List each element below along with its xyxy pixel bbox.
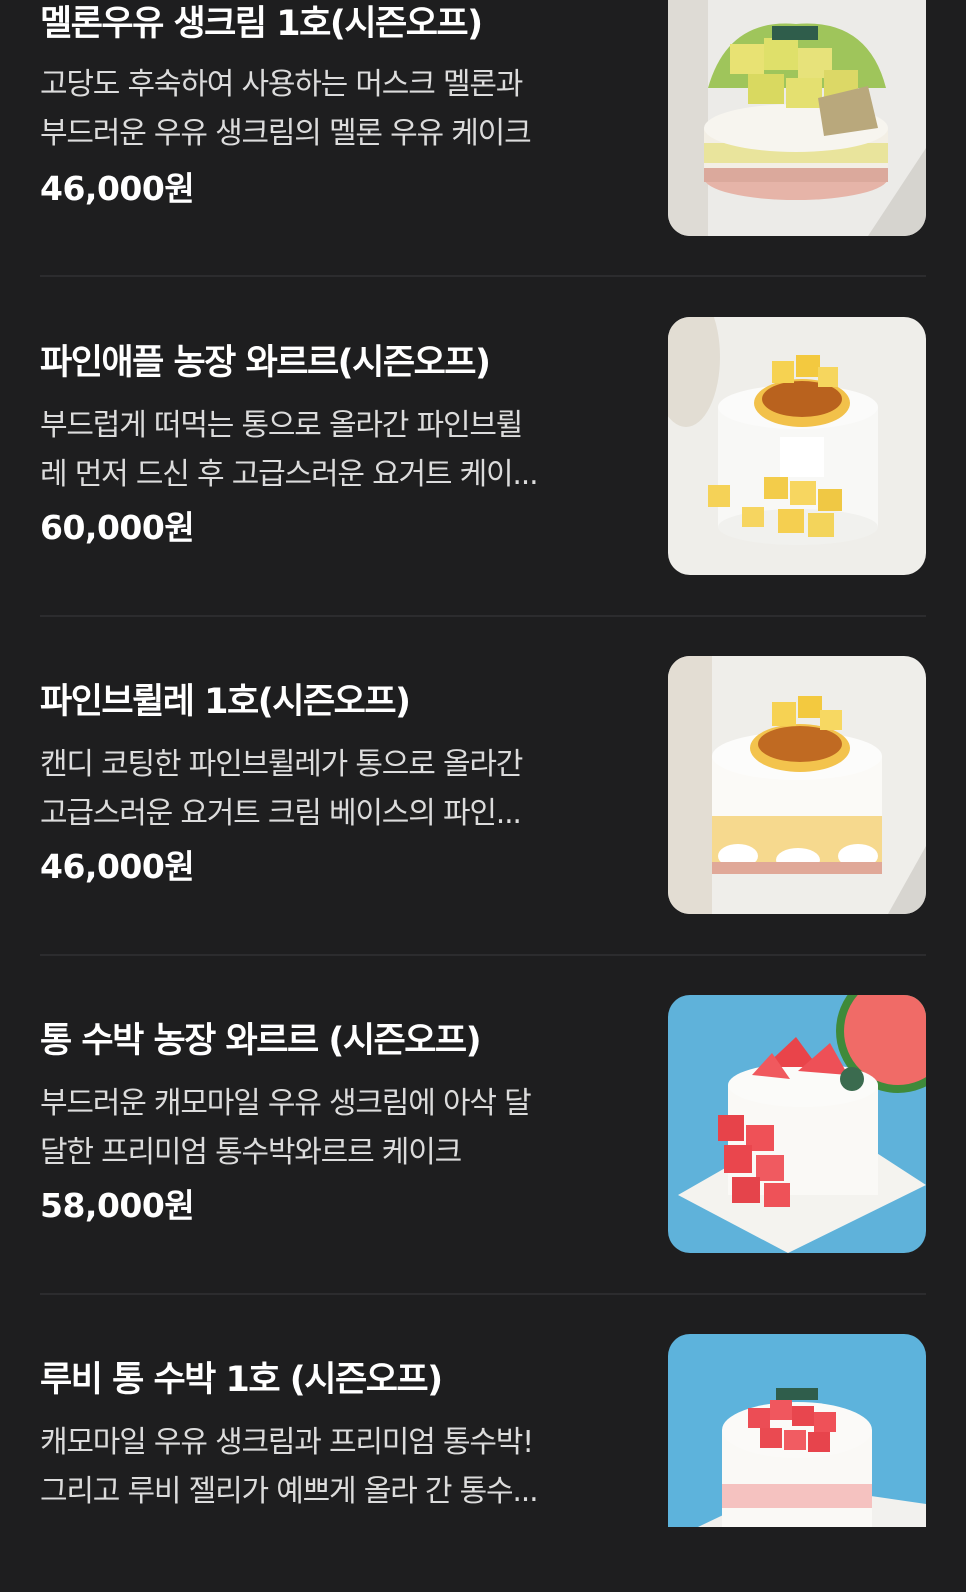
watermelon-cake-image — [668, 995, 926, 1253]
description-line: 부드러운 우유 생크림의 멜론 우유 케이크 — [40, 116, 532, 151]
melon-cake-image — [668, 0, 926, 236]
description-line: 캔디 코팅한 파인브륄레가 통으로 올라간 — [40, 747, 523, 782]
ruby-watermelon-cake-image — [668, 1334, 926, 1527]
menu-item-price: 60,000원 — [40, 508, 195, 547]
description-line: 부드러운 캐모마일 우유 생크림에 아삭 달 — [40, 1086, 532, 1121]
menu-list: 멜론우유 생크림 1호(시즌오프) 고당도 후숙하여 사용하는 머스크 멜론과 … — [0, 0, 966, 1527]
description-line: 부드럽게 떠먹는 통으로 올라간 파인브륄 — [40, 408, 523, 443]
menu-item-melon-milk-cream[interactable]: 멜론우유 생크림 1호(시즌오프) 고당도 후숙하여 사용하는 머스크 멜론과 … — [40, 0, 926, 236]
menu-item-name: 멜론우유 생크림 1호(시즌오프) — [40, 4, 483, 44]
menu-item-description: 캐모마일 우유 생크림과 프리미엄 통수박! 그리고 루비 젤리가 예쁘게 올라… — [40, 1418, 630, 1516]
pineapple-brulee-cake-image — [668, 656, 926, 914]
description-line: 레 먼저 드신 후 고급스러운 요거트 케이... — [40, 457, 539, 492]
menu-item-price: 58,000원 — [40, 1186, 195, 1225]
menu-item-name: 루비 통 수박 1호 (시즌오프) — [40, 1360, 443, 1400]
menu-item-pineapple-farm[interactable]: 파인애플 농장 와르르(시즌오프) 부드럽게 떠먹는 통으로 올라간 파인브륄 … — [40, 317, 926, 575]
divider — [40, 275, 926, 277]
menu-item-price: 46,000원 — [40, 847, 195, 886]
description-line: 고당도 후숙하여 사용하는 머스크 멜론과 — [40, 67, 523, 102]
divider — [40, 954, 926, 956]
pineapple-cake-image — [668, 317, 926, 575]
menu-item-description: 고당도 후숙하여 사용하는 머스크 멜론과 부드러운 우유 생크림의 멜론 우유… — [40, 60, 630, 158]
description-line: 그리고 루비 젤리가 예쁘게 올라 간 통수... — [40, 1474, 539, 1509]
description-line: 캐모마일 우유 생크림과 프리미엄 통수박! — [40, 1425, 534, 1460]
menu-item-name: 통 수박 농장 와르르 (시즌오프) — [40, 1021, 482, 1061]
menu-item-pine-brulee[interactable]: 파인브륄레 1호(시즌오프) 캔디 코팅한 파인브륄레가 통으로 올라간 고급스… — [40, 656, 926, 914]
menu-item-name: 파인애플 농장 와르르(시즌오프) — [40, 343, 491, 383]
menu-item-description: 부드러운 캐모마일 우유 생크림에 아삭 달 달한 프리미엄 통수박와르르 케이… — [40, 1079, 630, 1177]
menu-item-ruby-watermelon[interactable]: 루비 통 수박 1호 (시즌오프) 캐모마일 우유 생크림과 프리미엄 통수박!… — [40, 1334, 926, 1592]
description-line: 달한 프리미엄 통수박와르르 케이크 — [40, 1135, 462, 1170]
description-line: 고급스러운 요거트 크림 베이스의 파인... — [40, 796, 522, 831]
menu-item-description: 캔디 코팅한 파인브륄레가 통으로 올라간 고급스러운 요거트 크림 베이스의 … — [40, 740, 630, 838]
menu-item-description: 부드럽게 떠먹는 통으로 올라간 파인브륄 레 먼저 드신 후 고급스러운 요거… — [40, 401, 630, 499]
divider — [40, 615, 926, 617]
menu-item-price: 46,000원 — [40, 169, 195, 208]
menu-item-name: 파인브륄레 1호(시즌오프) — [40, 682, 411, 722]
menu-item-watermelon-farm[interactable]: 통 수박 농장 와르르 (시즌오프) 부드러운 캐모마일 우유 생크림에 아삭 … — [40, 995, 926, 1253]
divider — [40, 1293, 926, 1295]
